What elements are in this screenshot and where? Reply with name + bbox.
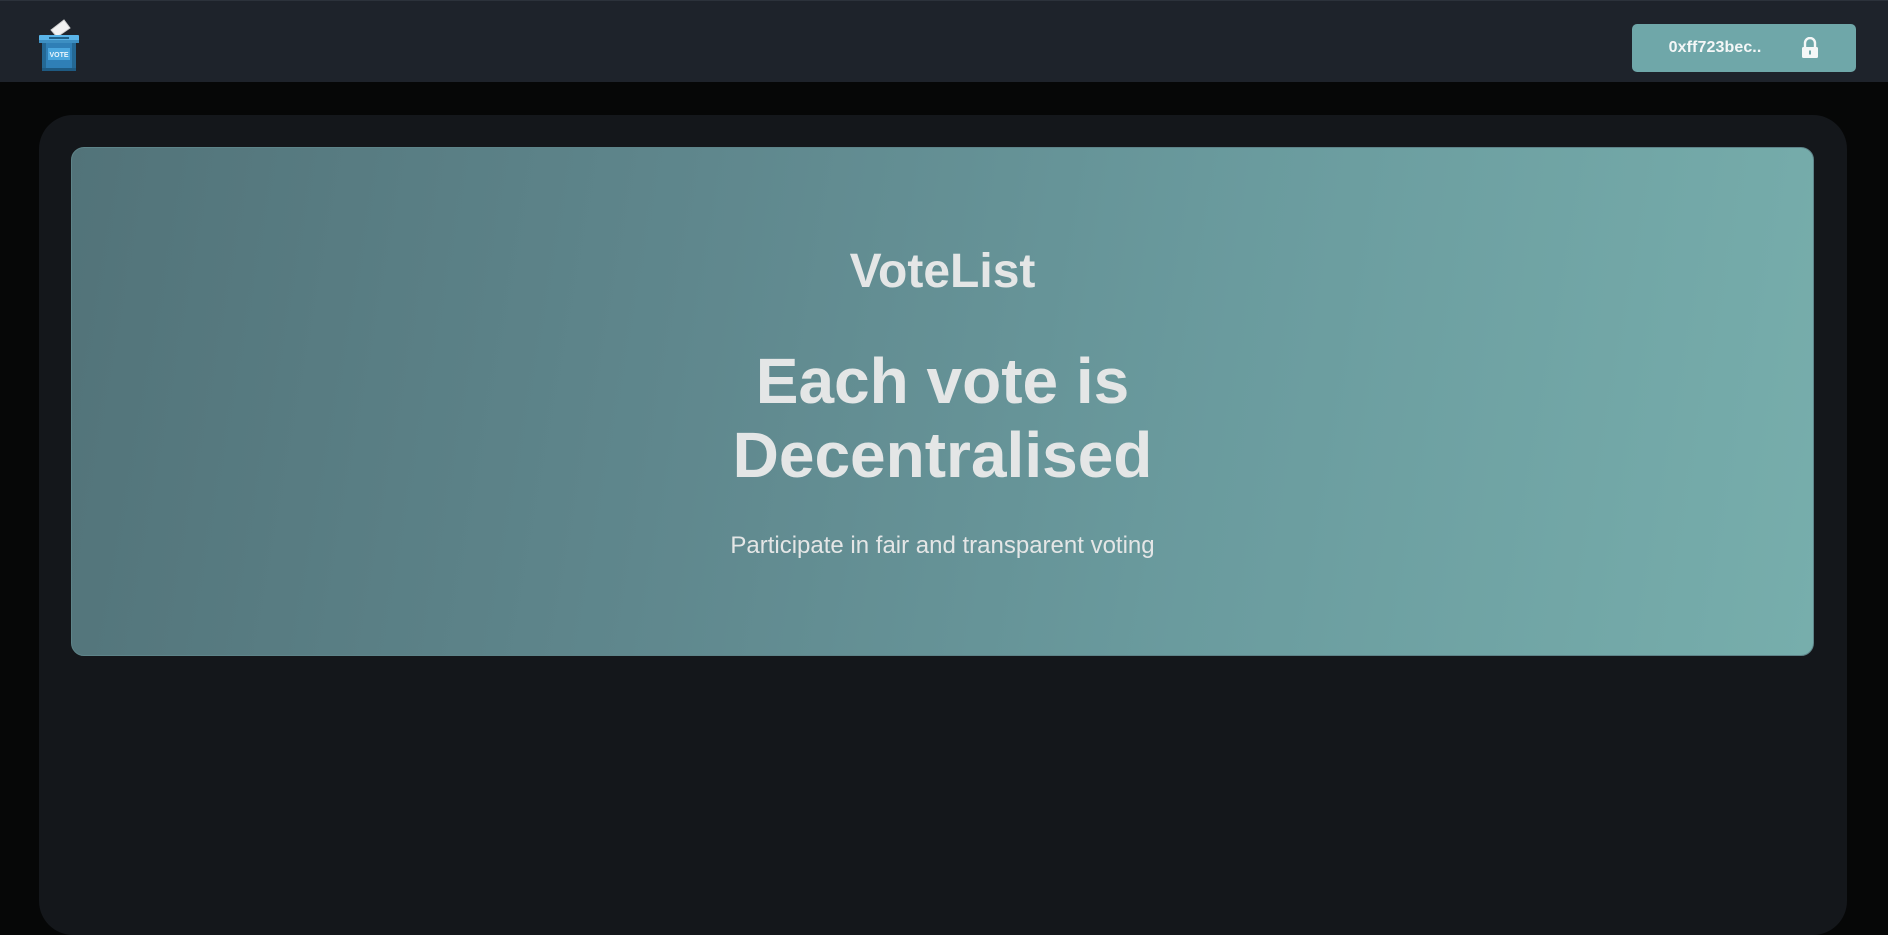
wallet-address: 0xff723bec.. [1668, 39, 1762, 56]
top-navbar: VOTE 0xff723bec.. [0, 0, 1888, 82]
hero-banner: VoteList Each vote is Decentralised Part… [71, 147, 1814, 656]
hero-headline-line2: Decentralised [732, 419, 1153, 491]
hero-headline: Each vote is Decentralised [72, 344, 1813, 492]
wallet-connect-button[interactable]: 0xff723bec.. [1632, 24, 1856, 72]
hero-title: VoteList [849, 245, 1036, 298]
hero-headline-line1: Each vote is [755, 345, 1130, 417]
lock-icon [1801, 36, 1819, 59]
ballot-box-icon[interactable]: VOTE [37, 18, 81, 74]
hero-subtitle: Participate in fair and transparent voti… [730, 532, 1155, 559]
logo-text: VOTE [49, 52, 68, 59]
